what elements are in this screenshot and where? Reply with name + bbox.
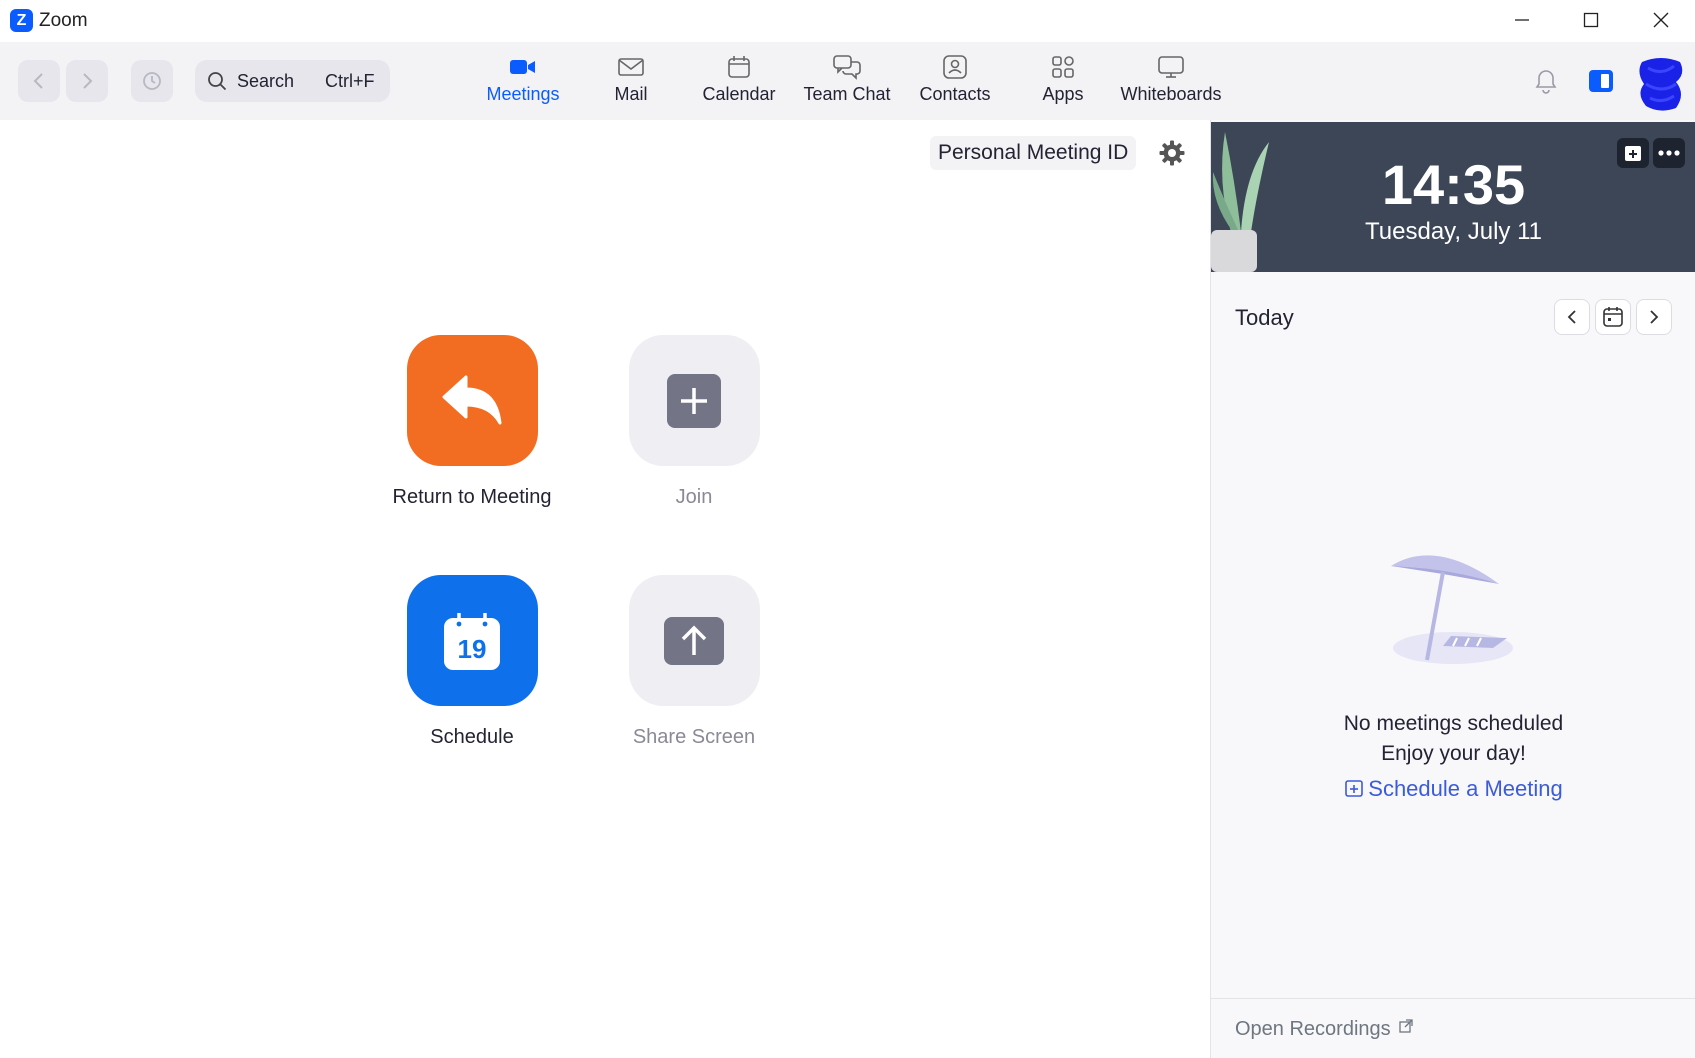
share-screen-button[interactable]	[628, 575, 760, 706]
more-options-button[interactable]	[1653, 138, 1685, 168]
join-action[interactable]: Join	[594, 335, 794, 509]
tab-label: Mail	[614, 84, 648, 104]
history-button[interactable]	[131, 60, 173, 102]
calendar-add-icon	[1345, 780, 1364, 797]
window-title: Zoom	[39, 10, 88, 31]
calendar-day-number: 19	[457, 633, 487, 664]
schedule-action[interactable]: 19 Schedule	[372, 575, 572, 749]
title-bar: Z Zoom	[0, 0, 1695, 42]
schedule-meeting-label: Schedule a Meeting	[1368, 776, 1563, 801]
maximize-button[interactable]	[1556, 0, 1626, 40]
clock-card: 14:35 Tuesday, July 11	[1211, 122, 1695, 272]
chevron-left-icon	[1567, 310, 1576, 324]
minimize-icon	[1515, 19, 1529, 21]
close-button[interactable]	[1626, 0, 1695, 40]
contact-card-icon	[943, 55, 967, 79]
today-label: Today	[1235, 305, 1294, 330]
bell-icon	[1535, 70, 1557, 94]
tab-label: Contacts	[919, 84, 991, 104]
upcoming-panel: 14:35 Tuesday, July 11 Today No meetings…	[1210, 120, 1695, 1058]
top-toolbar: Search Ctrl+F Meetings Mail Calendar Tea…	[0, 42, 1695, 120]
tab-contacts[interactable]: Contacts	[900, 50, 1010, 116]
schedule-meeting-link[interactable]: Schedule a Meeting	[1211, 776, 1695, 802]
video-camera-icon	[510, 60, 535, 74]
settings-button[interactable]	[1158, 139, 1186, 167]
forward-button[interactable]	[66, 60, 108, 102]
close-icon	[1653, 12, 1669, 28]
reply-arrow-icon	[442, 375, 502, 424]
mail-icon	[618, 58, 644, 76]
action-label: Return to Meeting	[392, 486, 552, 508]
share-screen-action[interactable]: Share Screen	[594, 575, 794, 749]
tab-meetings[interactable]: Meetings	[468, 50, 578, 116]
calendar-icon	[1603, 307, 1623, 327]
tab-team-chat[interactable]: Team Chat	[792, 50, 902, 116]
tab-mail[interactable]: Mail	[576, 50, 686, 116]
tab-label: Meetings	[486, 84, 560, 104]
empty-state-subtitle: Enjoy your day!	[1381, 742, 1526, 765]
search-shortcut: Ctrl+F	[325, 71, 375, 91]
calendar-add-icon	[1625, 146, 1641, 161]
side-panel-toggle-button[interactable]	[1588, 66, 1614, 96]
chevron-right-icon	[83, 73, 93, 89]
notifications-button[interactable]	[1530, 64, 1562, 98]
zoom-logo-icon: Z	[10, 9, 33, 32]
search-label: Search	[237, 71, 295, 91]
panel-divider	[1211, 998, 1695, 999]
maximize-icon	[1583, 12, 1599, 28]
tab-apps[interactable]: Apps	[1008, 50, 1118, 116]
tab-label: Team Chat	[803, 84, 891, 104]
more-dots-icon	[1658, 150, 1680, 156]
external-link-icon	[1399, 1019, 1413, 1033]
whiteboard-icon	[1158, 56, 1184, 78]
calendar-icon: 19	[444, 612, 500, 670]
schedule-button[interactable]: 19	[406, 575, 538, 706]
avatar[interactable]	[1636, 54, 1686, 112]
action-label: Schedule	[430, 726, 514, 748]
tab-label: Apps	[1042, 84, 1084, 104]
avatar-scribble-icon	[1639, 58, 1683, 111]
gear-icon	[1159, 140, 1185, 166]
panel-toggle-icon	[1589, 70, 1613, 92]
calendar-icon	[728, 56, 750, 78]
chevron-left-icon	[33, 73, 43, 89]
plus-icon	[667, 373, 721, 428]
action-label: Join	[675, 486, 713, 508]
add-calendar-button[interactable]	[1617, 138, 1649, 168]
open-recordings-label: Open Recordings	[1235, 1018, 1391, 1040]
previous-day-button[interactable]	[1554, 299, 1590, 335]
next-day-button[interactable]	[1636, 299, 1672, 335]
chevron-right-icon	[1650, 310, 1659, 324]
return-to-meeting-action[interactable]: Return to Meeting	[372, 335, 572, 509]
chat-bubbles-icon	[833, 55, 861, 80]
return-to-meeting-button[interactable]	[406, 335, 538, 466]
search-icon	[208, 72, 227, 91]
open-recordings-link[interactable]: Open Recordings	[1235, 1018, 1413, 1041]
tab-calendar[interactable]: Calendar	[684, 50, 794, 116]
back-button[interactable]	[18, 60, 60, 102]
history-clock-icon	[143, 72, 161, 90]
tab-whiteboards[interactable]: Whiteboards	[1116, 50, 1226, 116]
minimize-button[interactable]	[1487, 0, 1557, 40]
apps-grid-icon	[1052, 56, 1074, 78]
beach-umbrella-icon	[1391, 555, 1513, 664]
empty-state-title: No meetings scheduled	[1343, 712, 1564, 735]
date-picker-button[interactable]	[1595, 299, 1631, 335]
action-label: Share Screen	[632, 726, 756, 748]
search-box[interactable]: Search Ctrl+F	[195, 60, 390, 102]
clock-date: Tuesday, July 11	[1365, 218, 1542, 245]
personal-meeting-id-button[interactable]: Personal Meeting ID	[930, 136, 1137, 170]
tab-label: Calendar	[702, 84, 776, 104]
join-button[interactable]	[628, 335, 760, 466]
tab-label: Whiteboards	[1120, 84, 1222, 104]
upload-arrow-icon	[664, 616, 724, 665]
